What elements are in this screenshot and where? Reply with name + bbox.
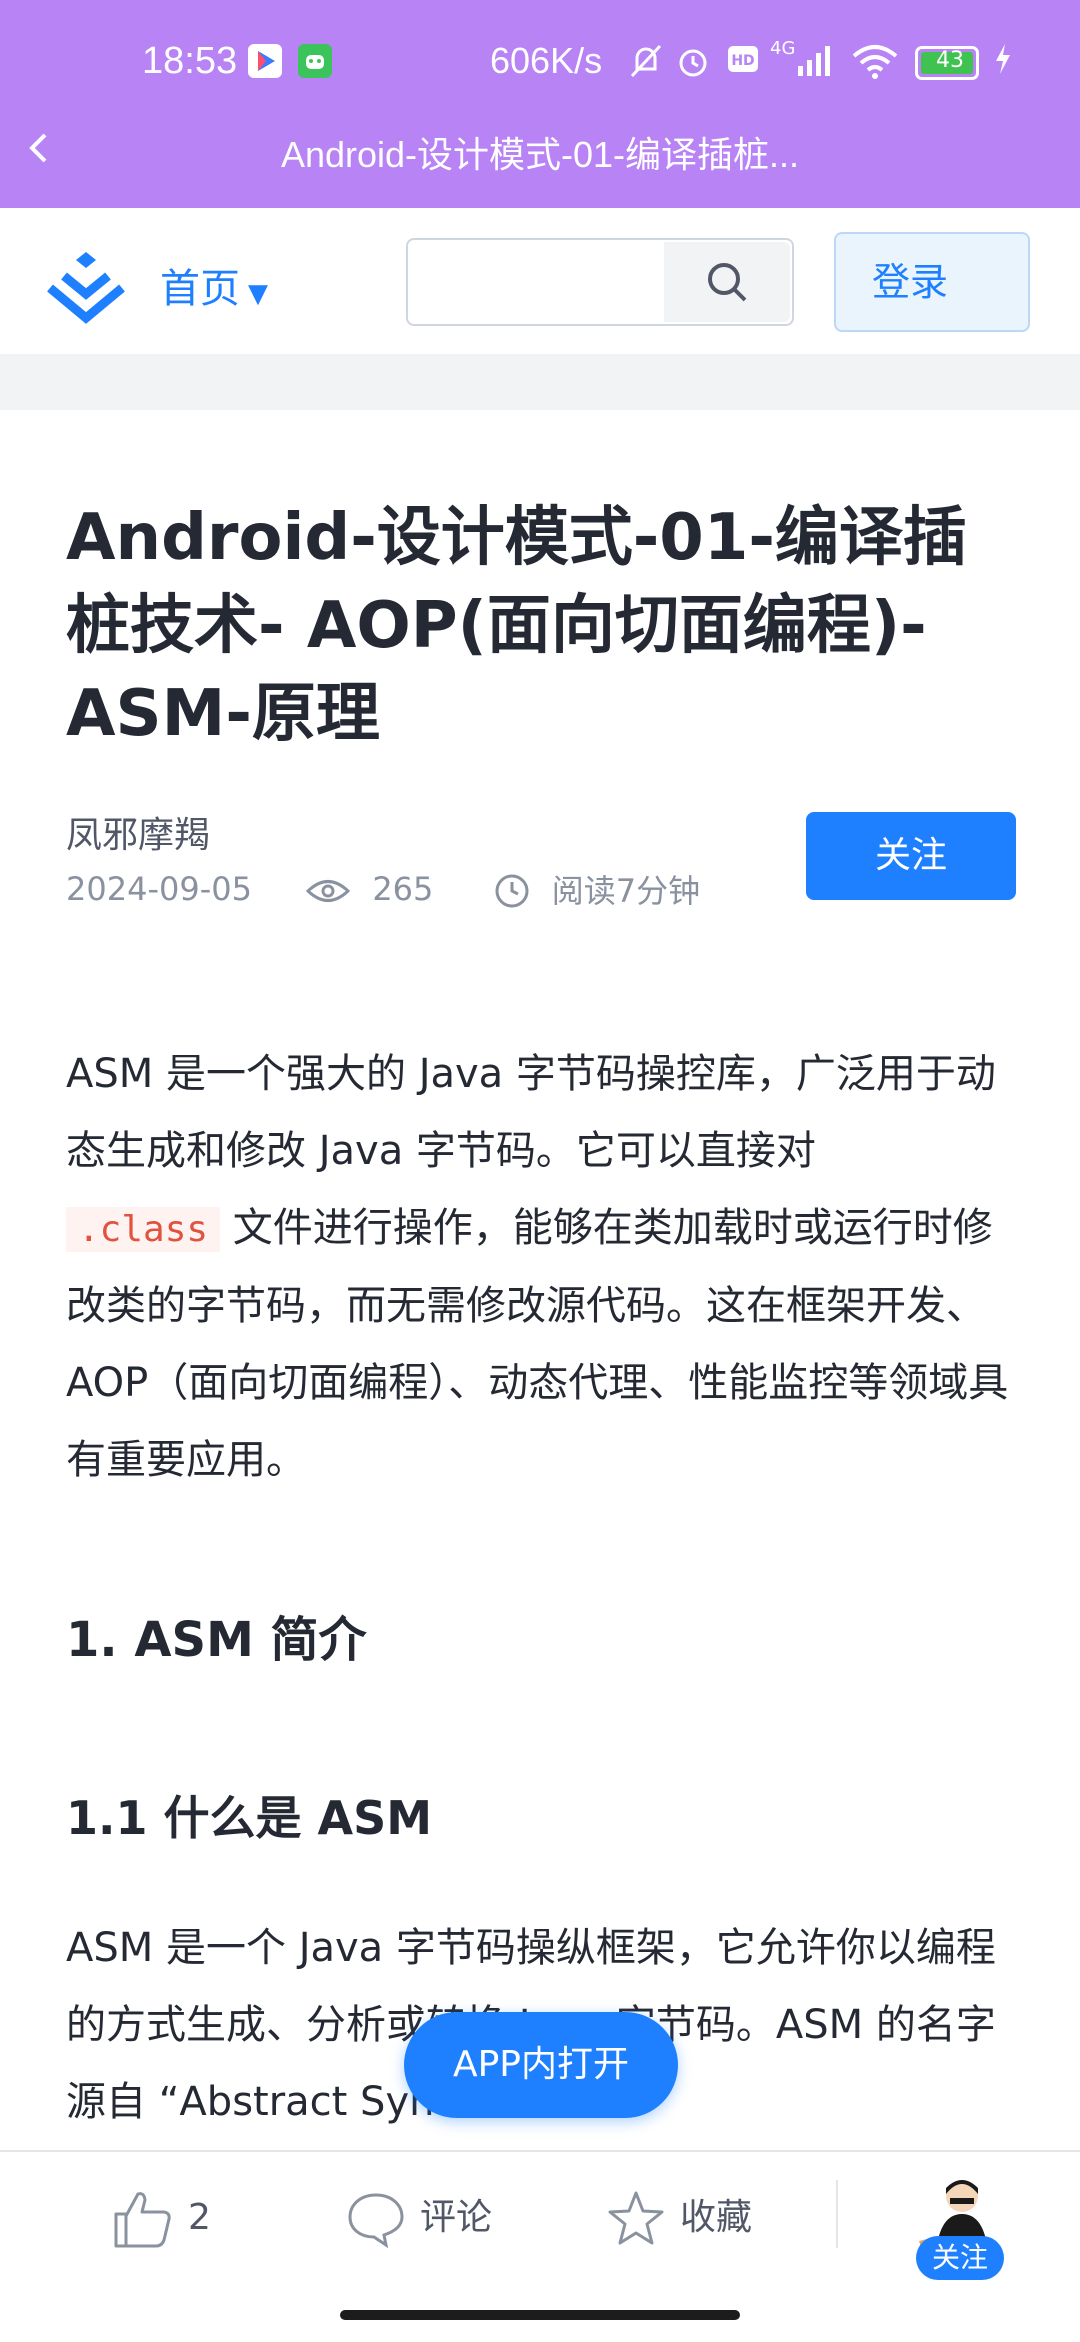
app-bar: 18:53 606K/s HD 4G 43 Android-设计模式-01-编译… [0, 0, 1080, 208]
site-header: 首页 ▼ 登录 [0, 208, 1080, 354]
author-name[interactable]: 凤邪摩羯 [66, 806, 210, 858]
alarm-icon [674, 42, 712, 89]
comment-button[interactable]: 评论 [346, 2188, 492, 2249]
like-button[interactable]: 2 [112, 2188, 211, 2250]
open-in-app-button[interactable]: APP内打开 [404, 2012, 678, 2118]
collect-button[interactable]: 收藏 [606, 2188, 752, 2249]
mute-bell-icon [628, 42, 664, 89]
search-button[interactable] [664, 242, 790, 322]
home-label: 首页 [160, 266, 240, 312]
paragraph-text: ASM 是一个强大的 Java 字节码操控库，广泛用于动态生成和修改 Java … [66, 1051, 996, 1174]
publish-date: 2024-09-05 [66, 870, 252, 908]
network-speed: 606K/s [490, 40, 603, 81]
read-time: 阅读7分钟 [551, 872, 701, 910]
back-icon[interactable] [20, 128, 60, 168]
article-paragraph: ASM 是一个强大的 Java 字节码操控库，广泛用于动态生成和修改 Java … [66, 1036, 1016, 1499]
home-nav-dropdown[interactable]: 首页 ▼ [160, 256, 268, 314]
clock-icon [494, 870, 530, 909]
thumbs-up-icon [114, 2192, 171, 2248]
follow-button[interactable]: 关注 [806, 812, 1016, 900]
caret-down-icon: ▼ [248, 279, 268, 309]
hd-icon: HD [726, 42, 760, 85]
section-heading: 1. ASM 简介 [66, 1612, 367, 1668]
comment-icon [348, 2193, 404, 2249]
subsection-heading: 1.1 什么是 ASM [66, 1791, 433, 1845]
follow-badge[interactable]: 关注 [916, 2236, 1004, 2280]
like-count: 2 [188, 2197, 211, 2238]
header-divider [0, 354, 1080, 410]
comment-label: 评论 [420, 2197, 493, 2238]
search-box[interactable] [406, 238, 794, 326]
search-icon [708, 263, 747, 302]
status-bar: 18:53 606K/s HD 4G 43 [0, 38, 1080, 88]
app-bar-title: Android-设计模式-01-编译插桩... [280, 134, 800, 175]
wifi-icon [850, 42, 900, 89]
star-icon [608, 2191, 664, 2245]
battery-icon: 43 [915, 46, 979, 80]
signal-type: 4G [770, 38, 796, 59]
home-indicator[interactable] [340, 2310, 740, 2320]
article-meta: 2024-09-05 265 阅读7分钟 [66, 866, 700, 912]
status-time: 18:53 [142, 40, 238, 82]
inline-code: .class [66, 1207, 221, 1252]
svg-text:HD: HD [731, 53, 754, 69]
cell-signal-icon [796, 42, 836, 87]
article-title: Android-设计模式-01-编译插桩技术- AOP(面向切面编程)-ASM-… [66, 501, 967, 751]
collect-label: 收藏 [680, 2197, 753, 2238]
bottom-divider [836, 2180, 838, 2248]
search-input[interactable] [418, 250, 652, 312]
site-logo[interactable] [44, 248, 128, 324]
charging-icon [993, 42, 1013, 84]
video-app-icon [248, 44, 282, 78]
android-app-icon [298, 44, 332, 78]
login-button[interactable]: 登录 [834, 232, 1030, 332]
battery-level: 43 [936, 48, 964, 73]
eye-icon [305, 870, 351, 908]
view-count: 265 [372, 870, 434, 908]
